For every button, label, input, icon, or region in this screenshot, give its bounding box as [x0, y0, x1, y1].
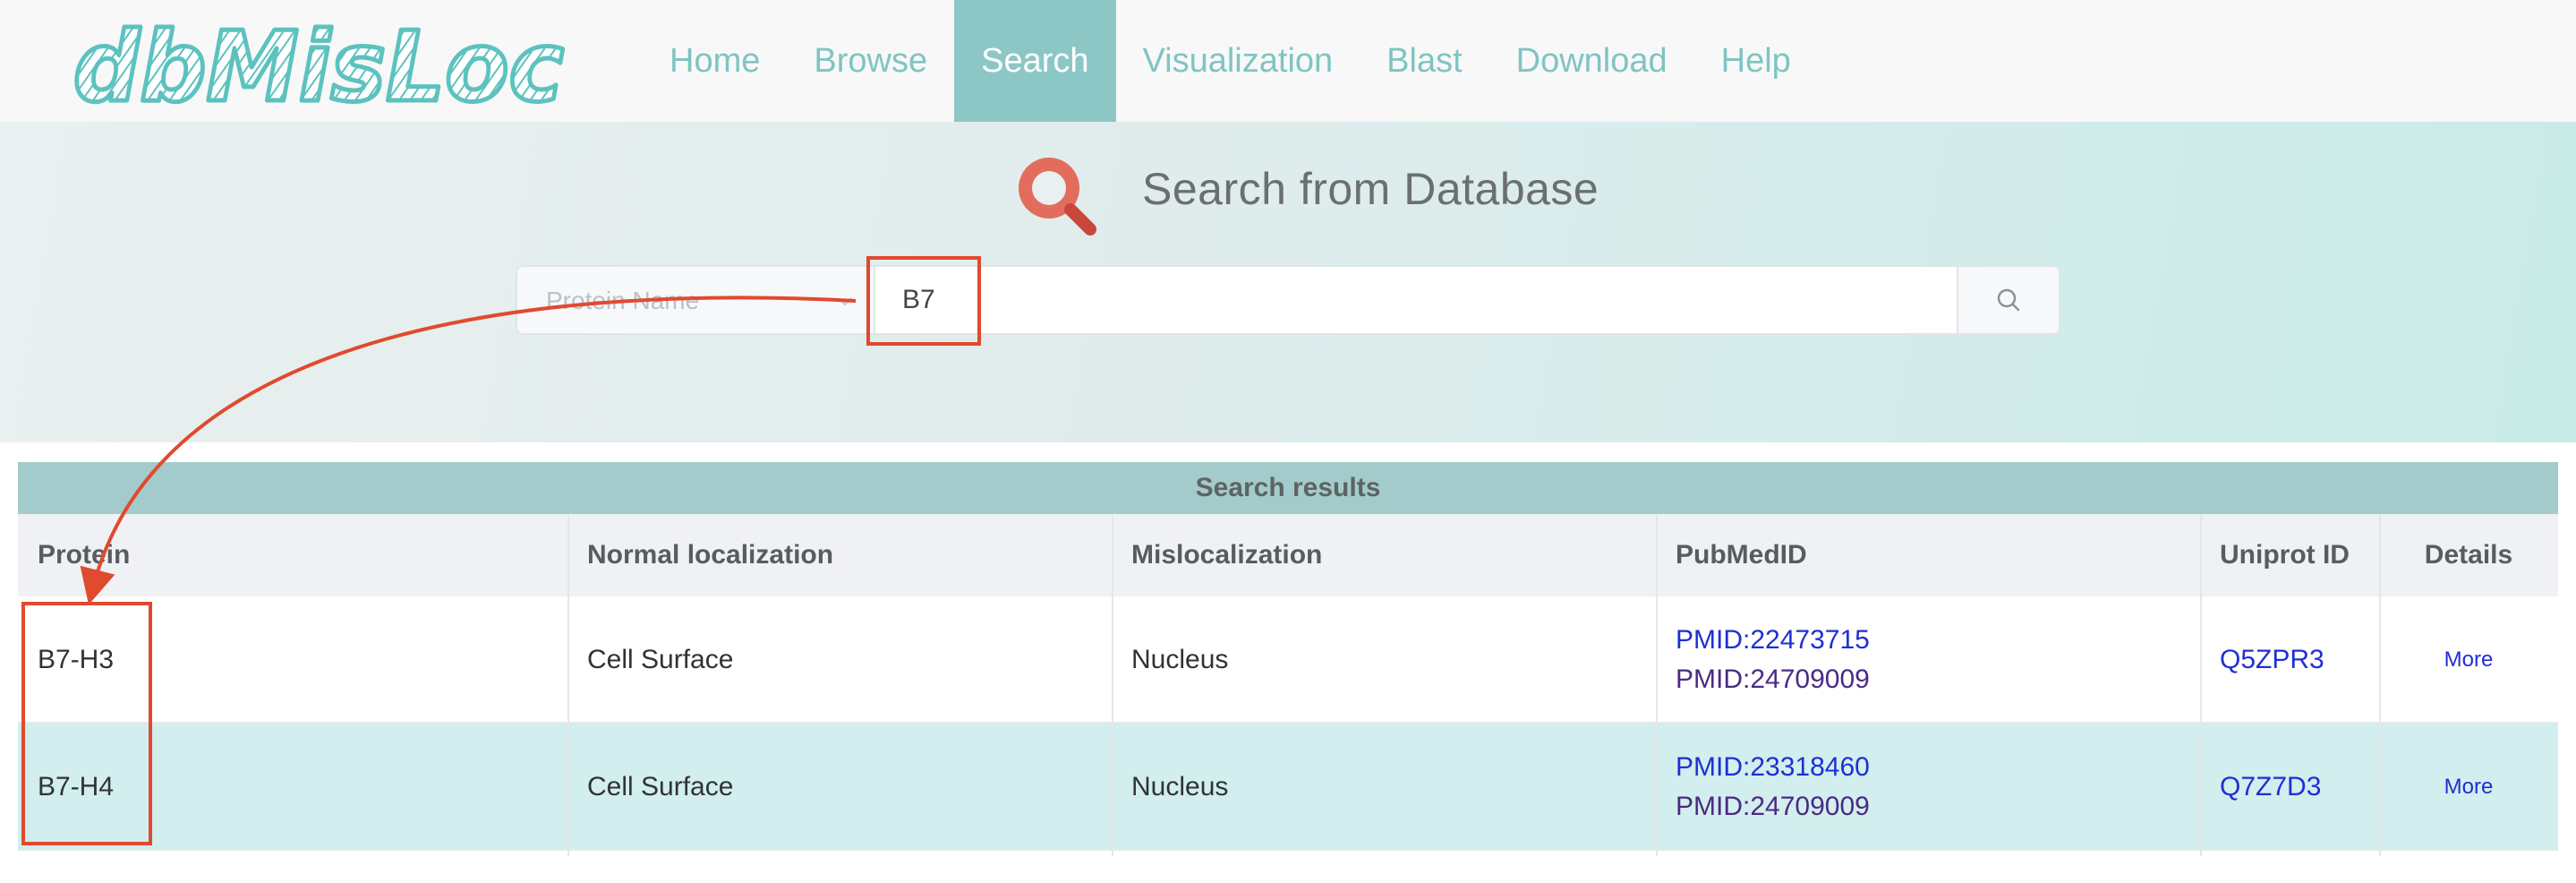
col-details: Details: [2379, 514, 2558, 596]
col-protein: Protein: [18, 514, 567, 596]
mislocalization-cell: Nucleus: [1131, 645, 1229, 674]
col-pubmedid: PubMedID: [1656, 514, 2200, 596]
search-field-select[interactable]: Protein Name: [517, 267, 875, 333]
pubmed-link[interactable]: PMID:23318460: [1676, 752, 1870, 783]
table-row: B7-H4 Cell Surface Nucleus PMID:23318460…: [18, 724, 2558, 851]
pubmed-cell: PMID:23318460 PMID:24709009: [1676, 724, 1870, 851]
details-cell: More: [2379, 596, 2558, 724]
logo-text: dbMisLoc: [73, 12, 564, 115]
pubmed-link[interactable]: PMID:22473715: [1676, 625, 1870, 656]
nav-browse[interactable]: Browse: [787, 0, 954, 122]
search-submit-button[interactable]: [1957, 267, 2059, 333]
search-hero: Search from Database Protein Name B7: [0, 122, 2576, 442]
column-divider: [2200, 514, 2202, 856]
uniprot-cell: Q7Z7D3: [2220, 724, 2321, 851]
normal-localization-cell: Cell Surface: [587, 645, 734, 674]
column-divider: [1112, 514, 1113, 856]
nav-visualization[interactable]: Visualization: [1116, 0, 1361, 122]
column-divider: [567, 514, 569, 856]
main-nav: Home Browse Search Visualization Blast D…: [643, 0, 1818, 122]
site-logo[interactable]: dbMisLoc: [70, 7, 571, 116]
table-row: B7-H3 Cell Surface Nucleus PMID:22473715…: [18, 596, 2558, 724]
column-divider: [1656, 514, 1658, 856]
top-navbar: dbMisLoc Home Browse Search Visualizatio…: [0, 0, 2576, 122]
pubmed-link[interactable]: PMID:24709009: [1676, 792, 1870, 822]
search-bar: Protein Name B7: [516, 265, 2060, 335]
protein-cell: B7-H4: [38, 772, 115, 802]
col-normal-localization: Normal localization: [567, 514, 1112, 596]
nav-search[interactable]: Search: [954, 0, 1116, 122]
search-field-placeholder: Protein Name: [546, 287, 700, 314]
uniprot-link[interactable]: Q7Z7D3: [2220, 772, 2321, 802]
more-details-link[interactable]: More: [2444, 775, 2494, 800]
details-cell: More: [2379, 724, 2558, 851]
more-details-link[interactable]: More: [2444, 647, 2494, 673]
col-uniprot-id: Uniprot ID: [2200, 514, 2379, 596]
nav-help[interactable]: Help: [1694, 0, 1818, 122]
results-title: Search results: [18, 462, 2558, 514]
nav-download[interactable]: Download: [1489, 0, 1694, 122]
magnifier-icon: [1019, 158, 1096, 236]
protein-cell: B7-H3: [38, 645, 115, 674]
pubmed-cell: PMID:22473715 PMID:24709009: [1676, 596, 1870, 724]
normal-localization-cell: Cell Surface: [587, 772, 734, 802]
chevron-down-icon: [838, 297, 852, 306]
nav-home[interactable]: Home: [643, 0, 787, 122]
pubmed-link[interactable]: PMID:24709009: [1676, 664, 1870, 695]
nav-blast[interactable]: Blast: [1360, 0, 1488, 122]
uniprot-cell: Q5ZPR3: [2220, 596, 2324, 724]
search-input-value: B7: [902, 285, 935, 314]
search-results-table: Search results Protein Normal localizati…: [18, 462, 2558, 856]
search-input[interactable]: [879, 267, 2472, 333]
uniprot-link[interactable]: Q5ZPR3: [2220, 645, 2324, 675]
mislocalization-cell: Nucleus: [1131, 772, 1229, 802]
search-title: Search from Database: [1142, 164, 1599, 214]
search-icon: [1997, 288, 2020, 312]
column-divider: [2379, 514, 2381, 856]
col-mislocalization: Mislocalization: [1112, 514, 1656, 596]
